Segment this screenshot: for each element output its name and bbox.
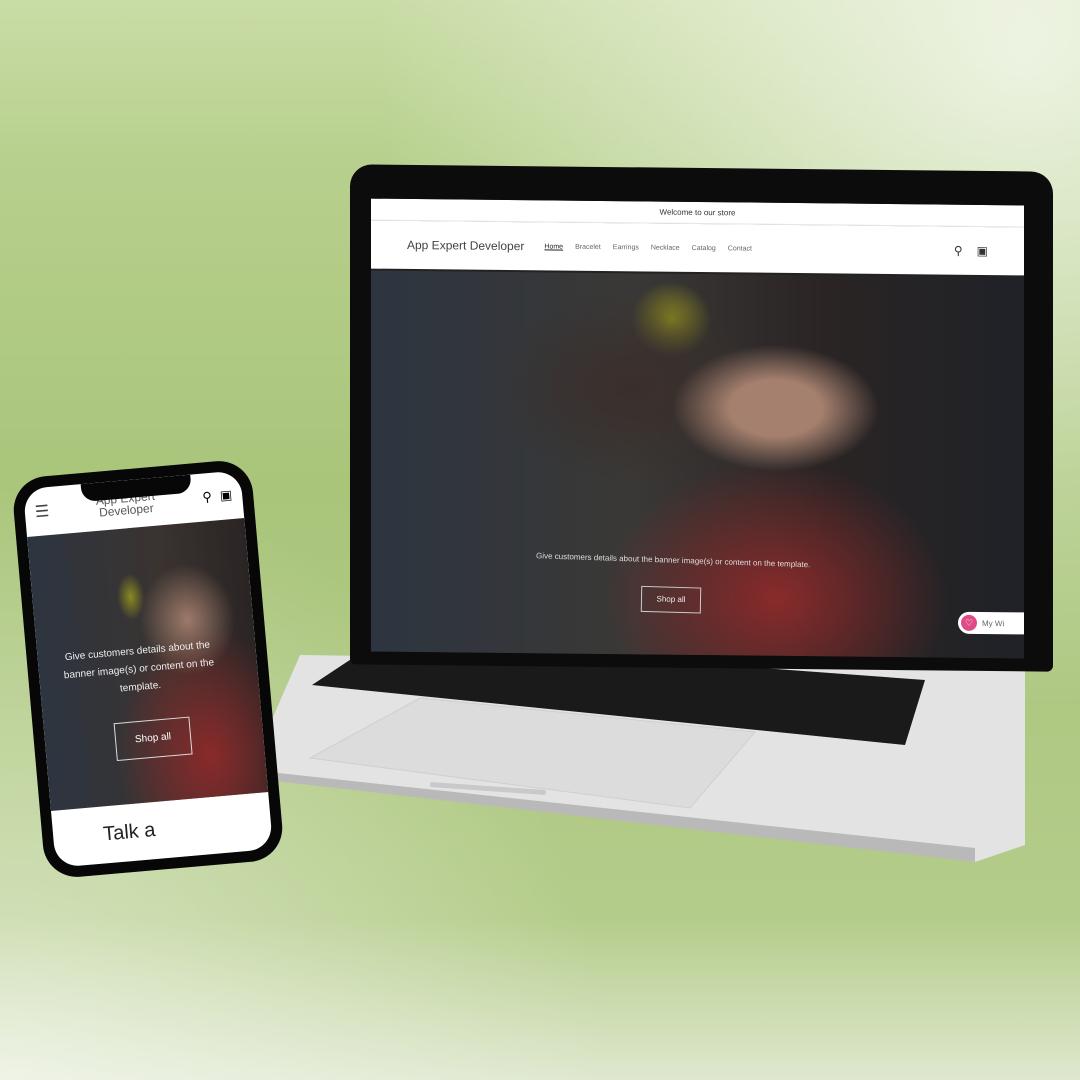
- mobile-hero-text: Give customers details about the banner …: [63, 639, 215, 695]
- mobile-shop-all-button[interactable]: Shop all: [113, 716, 193, 762]
- wishlist-label: My Wi: [982, 618, 1005, 628]
- phone-screen: ☰ App ExpertDeveloper ⚲ ▣ Give customers…: [22, 470, 274, 868]
- wishlist-button[interactable]: ♡ My Wi: [958, 611, 1024, 635]
- section-heading: Talk a: [102, 819, 157, 846]
- store-logo[interactable]: App Expert Developer: [407, 238, 524, 253]
- mobile-hero: Give customers details about the banner …: [27, 518, 269, 811]
- cart-icon[interactable]: ▣: [219, 487, 233, 504]
- search-icon[interactable]: ⚲: [202, 489, 213, 506]
- hero-text: Give customers details about the banner …: [535, 551, 811, 570]
- laptop-screen: Welcome to our store App Expert Develope…: [371, 198, 1024, 659]
- site-header: App Expert Developer Home Bracelet Earri…: [371, 220, 1024, 276]
- phone: ☰ App ExpertDeveloper ⚲ ▣ Give customers…: [10, 458, 286, 880]
- shop-all-button[interactable]: Shop all: [640, 585, 702, 614]
- nav-contact[interactable]: Contact: [728, 245, 752, 252]
- hero-banner: Give customers details about the banner …: [371, 270, 1024, 659]
- nav-home[interactable]: Home: [544, 243, 563, 250]
- nav-catalog[interactable]: Catalog: [692, 244, 716, 251]
- menu-icon[interactable]: ☰: [34, 501, 50, 522]
- main-nav: Home Bracelet Earrings Necklace Catalog …: [544, 243, 752, 252]
- cart-icon[interactable]: ▣: [977, 244, 988, 258]
- search-icon[interactable]: ⚲: [954, 244, 963, 258]
- heart-icon: ♡: [961, 614, 977, 631]
- nav-bracelet[interactable]: Bracelet: [575, 243, 601, 250]
- nav-necklace[interactable]: Necklace: [651, 244, 680, 251]
- nav-earrings[interactable]: Earrings: [613, 244, 639, 251]
